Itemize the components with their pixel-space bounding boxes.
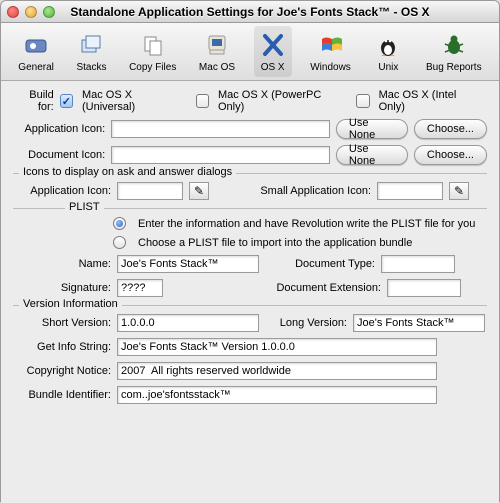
doctype-label: Document Type: [265,258,375,270]
copyright-label: Copyright Notice: [13,365,111,377]
tab-osx[interactable]: OS X [254,26,292,77]
radio-plist-write[interactable] [113,217,126,230]
dlg-smallicon-field[interactable] [377,182,443,200]
version-legend: Version Information [19,298,122,310]
wand-icon: ✎ [454,184,464,198]
doctype-field[interactable] [381,255,455,273]
appicon-label: Application Icon: [13,123,105,135]
buildfor-label: Build for: [13,89,54,113]
window-title: Standalone Application Settings for Joe'… [1,5,499,19]
titlebar: Standalone Application Settings for Joe'… [1,1,499,23]
tab-windows[interactable]: Windows [306,26,355,77]
plist-import-label: Choose a PLIST file to import into the a… [138,237,412,249]
getinfo-field[interactable] [117,338,437,356]
docext-field[interactable] [387,279,461,297]
name-field[interactable] [117,255,259,273]
tab-general[interactable]: General [14,26,58,77]
universal-label: Mac OS X (Universal) [82,89,182,113]
dlg-appicon-label: Application Icon: [13,185,111,197]
plist-legend: PLIST [65,201,104,213]
osx-x-icon [258,30,288,60]
tux-icon [373,30,403,60]
intel-label: Mac OS X (Intel Only) [379,89,479,113]
appicon-field[interactable] [111,120,330,138]
name-label: Name: [13,258,111,270]
checkbox-ppc[interactable] [196,94,209,108]
tab-stacks[interactable]: Stacks [72,26,110,77]
tab-unix[interactable]: Unix [369,26,407,77]
plist-write-label: Enter the information and have Revolutio… [138,218,475,230]
docicon-choose-button[interactable]: Choose... [414,145,487,165]
dlg-appicon-field[interactable] [117,182,183,200]
dialogs-legend: Icons to display on ask and answer dialo… [19,166,236,178]
bundleid-label: Bundle Identifier: [13,389,111,401]
classic-mac-icon [202,30,232,60]
windows-flag-icon [316,30,346,60]
dlg-appicon-picker[interactable]: ✎ [189,182,209,200]
shortver-label: Short Version: [13,317,111,329]
shortver-field[interactable] [117,314,259,332]
signature-field[interactable] [117,279,163,297]
docicon-label: Document Icon: [13,149,105,161]
ppc-label: Mac OS X (PowerPC Only) [218,89,342,113]
dlg-smallicon-label: Small Application Icon: [249,185,371,197]
getinfo-label: Get Info String: [13,341,111,353]
checkbox-universal[interactable] [60,94,73,108]
appicon-choose-button[interactable]: Choose... [414,119,487,139]
signature-label: Signature: [13,282,111,294]
bundleid-field[interactable] [117,386,437,404]
tab-macos[interactable]: Mac OS [195,26,239,77]
docext-label: Document Extension: [271,282,381,294]
copyright-field[interactable] [117,362,437,380]
docicon-usenone-button[interactable]: Use None [336,145,408,165]
docicon-field[interactable] [111,146,330,164]
tab-copyfiles[interactable]: Copy Files [125,26,180,77]
radio-plist-import[interactable] [113,236,126,249]
longver-field[interactable] [353,314,485,332]
stacks-icon [76,30,106,60]
wand-icon: ✎ [194,184,204,198]
toolbar: General Stacks Copy Files Mac OS OS X Wi… [1,23,499,81]
checkbox-intel[interactable] [356,94,369,108]
longver-label: Long Version: [265,317,347,329]
tab-bugreports[interactable]: Bug Reports [422,26,486,77]
switch-icon [21,30,51,60]
dlg-smallicon-picker[interactable]: ✎ [449,182,469,200]
files-icon [138,30,168,60]
bug-icon [439,30,469,60]
appicon-usenone-button[interactable]: Use None [336,119,408,139]
